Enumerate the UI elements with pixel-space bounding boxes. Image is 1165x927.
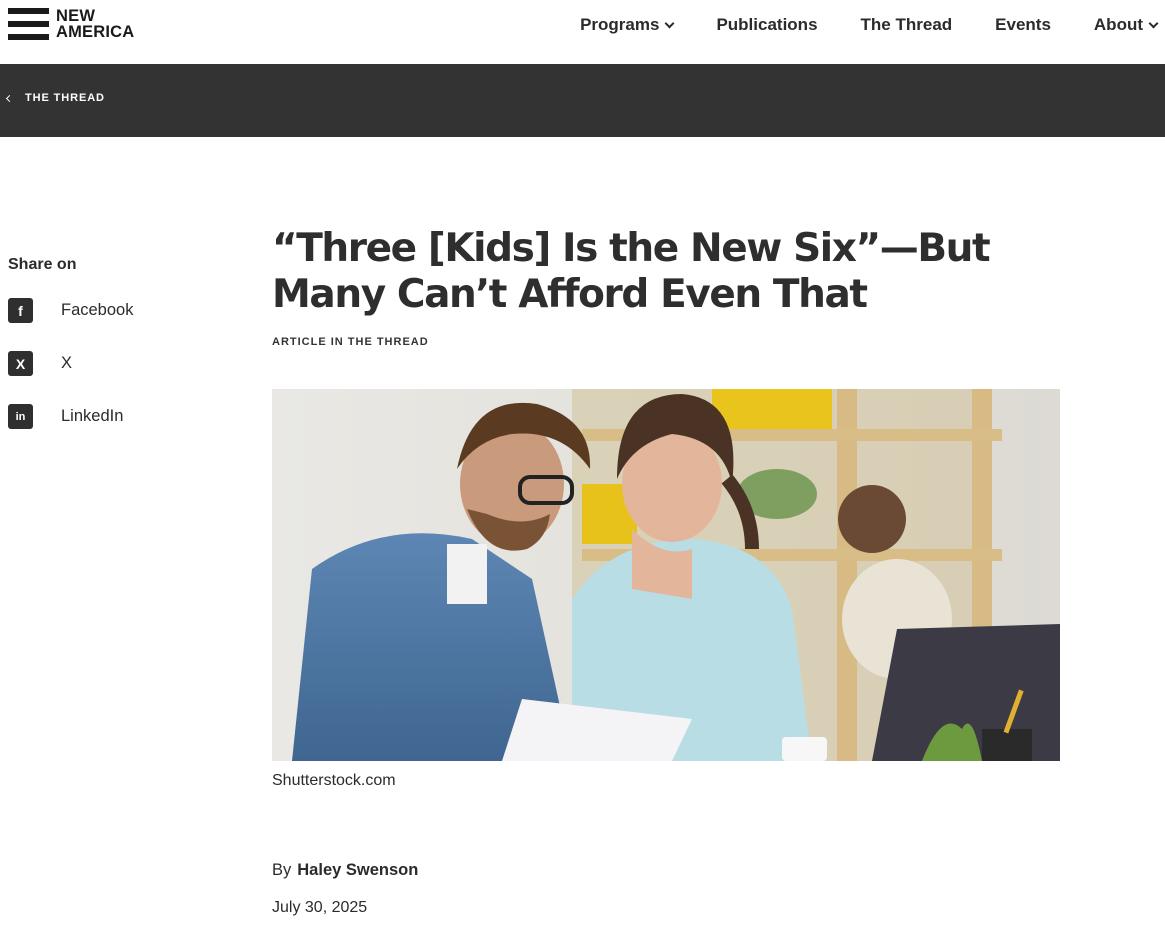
share-x[interactable]: X X (8, 351, 72, 376)
nav-programs-label: Programs (580, 15, 660, 34)
facebook-icon: f (8, 298, 33, 323)
section-band: THE THREAD (0, 64, 1165, 137)
logo-line-1: NEW (56, 7, 96, 25)
chevron-down-icon (1148, 18, 1159, 29)
nav-about-label: About (1093, 15, 1143, 34)
share-linkedin-label: LinkedIn (61, 407, 124, 425)
hero-photo-illustration (272, 389, 1060, 761)
nav-programs[interactable]: Programs (580, 15, 675, 35)
share-linkedin[interactable]: in LinkedIn (8, 404, 123, 429)
linkedin-icon: in (8, 404, 33, 429)
main-nav: Programs Publications The Thread Events … (580, 0, 1159, 50)
breadcrumb-label: THE THREAD (25, 92, 105, 104)
nav-events-label: Events (995, 15, 1051, 34)
site-header: NEW AMERICA Programs Publications The Th… (0, 0, 1165, 64)
author-link[interactable]: Haley Swenson (297, 861, 418, 879)
publish-date: July 30, 2025 (272, 899, 368, 916)
article-title: “Three [Kids] Is the New Six”—But Many C… (272, 226, 991, 317)
nav-publications[interactable]: Publications (716, 15, 817, 35)
logo-bars-icon (8, 8, 49, 40)
article-kicker: ARTICLE IN THE THREAD (272, 336, 429, 348)
share-facebook-label: Facebook (61, 301, 134, 319)
nav-events[interactable]: Events (995, 15, 1051, 35)
nav-publications-label: Publications (716, 15, 818, 34)
logo-text: NEW AMERICA (56, 7, 135, 41)
nav-about[interactable]: About (1093, 15, 1159, 35)
byline: By Haley Swenson (272, 861, 418, 880)
share-title: Share on (8, 256, 77, 273)
nav-the-thread[interactable]: The Thread (861, 15, 953, 35)
chevron-down-icon (665, 18, 675, 29)
new-america-logo[interactable]: NEW AMERICA (8, 8, 134, 40)
hero-image (272, 389, 1060, 761)
chevron-left-icon (5, 94, 14, 102)
share-x-label: X (61, 354, 73, 372)
nav-the-thread-label: The Thread (860, 15, 953, 34)
breadcrumb-back-link[interactable]: THE THREAD (5, 92, 105, 104)
logo-line-2: AMERICA (56, 23, 135, 41)
x-icon: X (8, 351, 33, 376)
share-facebook[interactable]: f Facebook (8, 298, 133, 323)
byline-prefix: By (272, 861, 292, 879)
image-caption: Shutterstock.com (272, 772, 396, 789)
share-sidebar: Share on f Facebook X X in LinkedIn (8, 256, 133, 429)
